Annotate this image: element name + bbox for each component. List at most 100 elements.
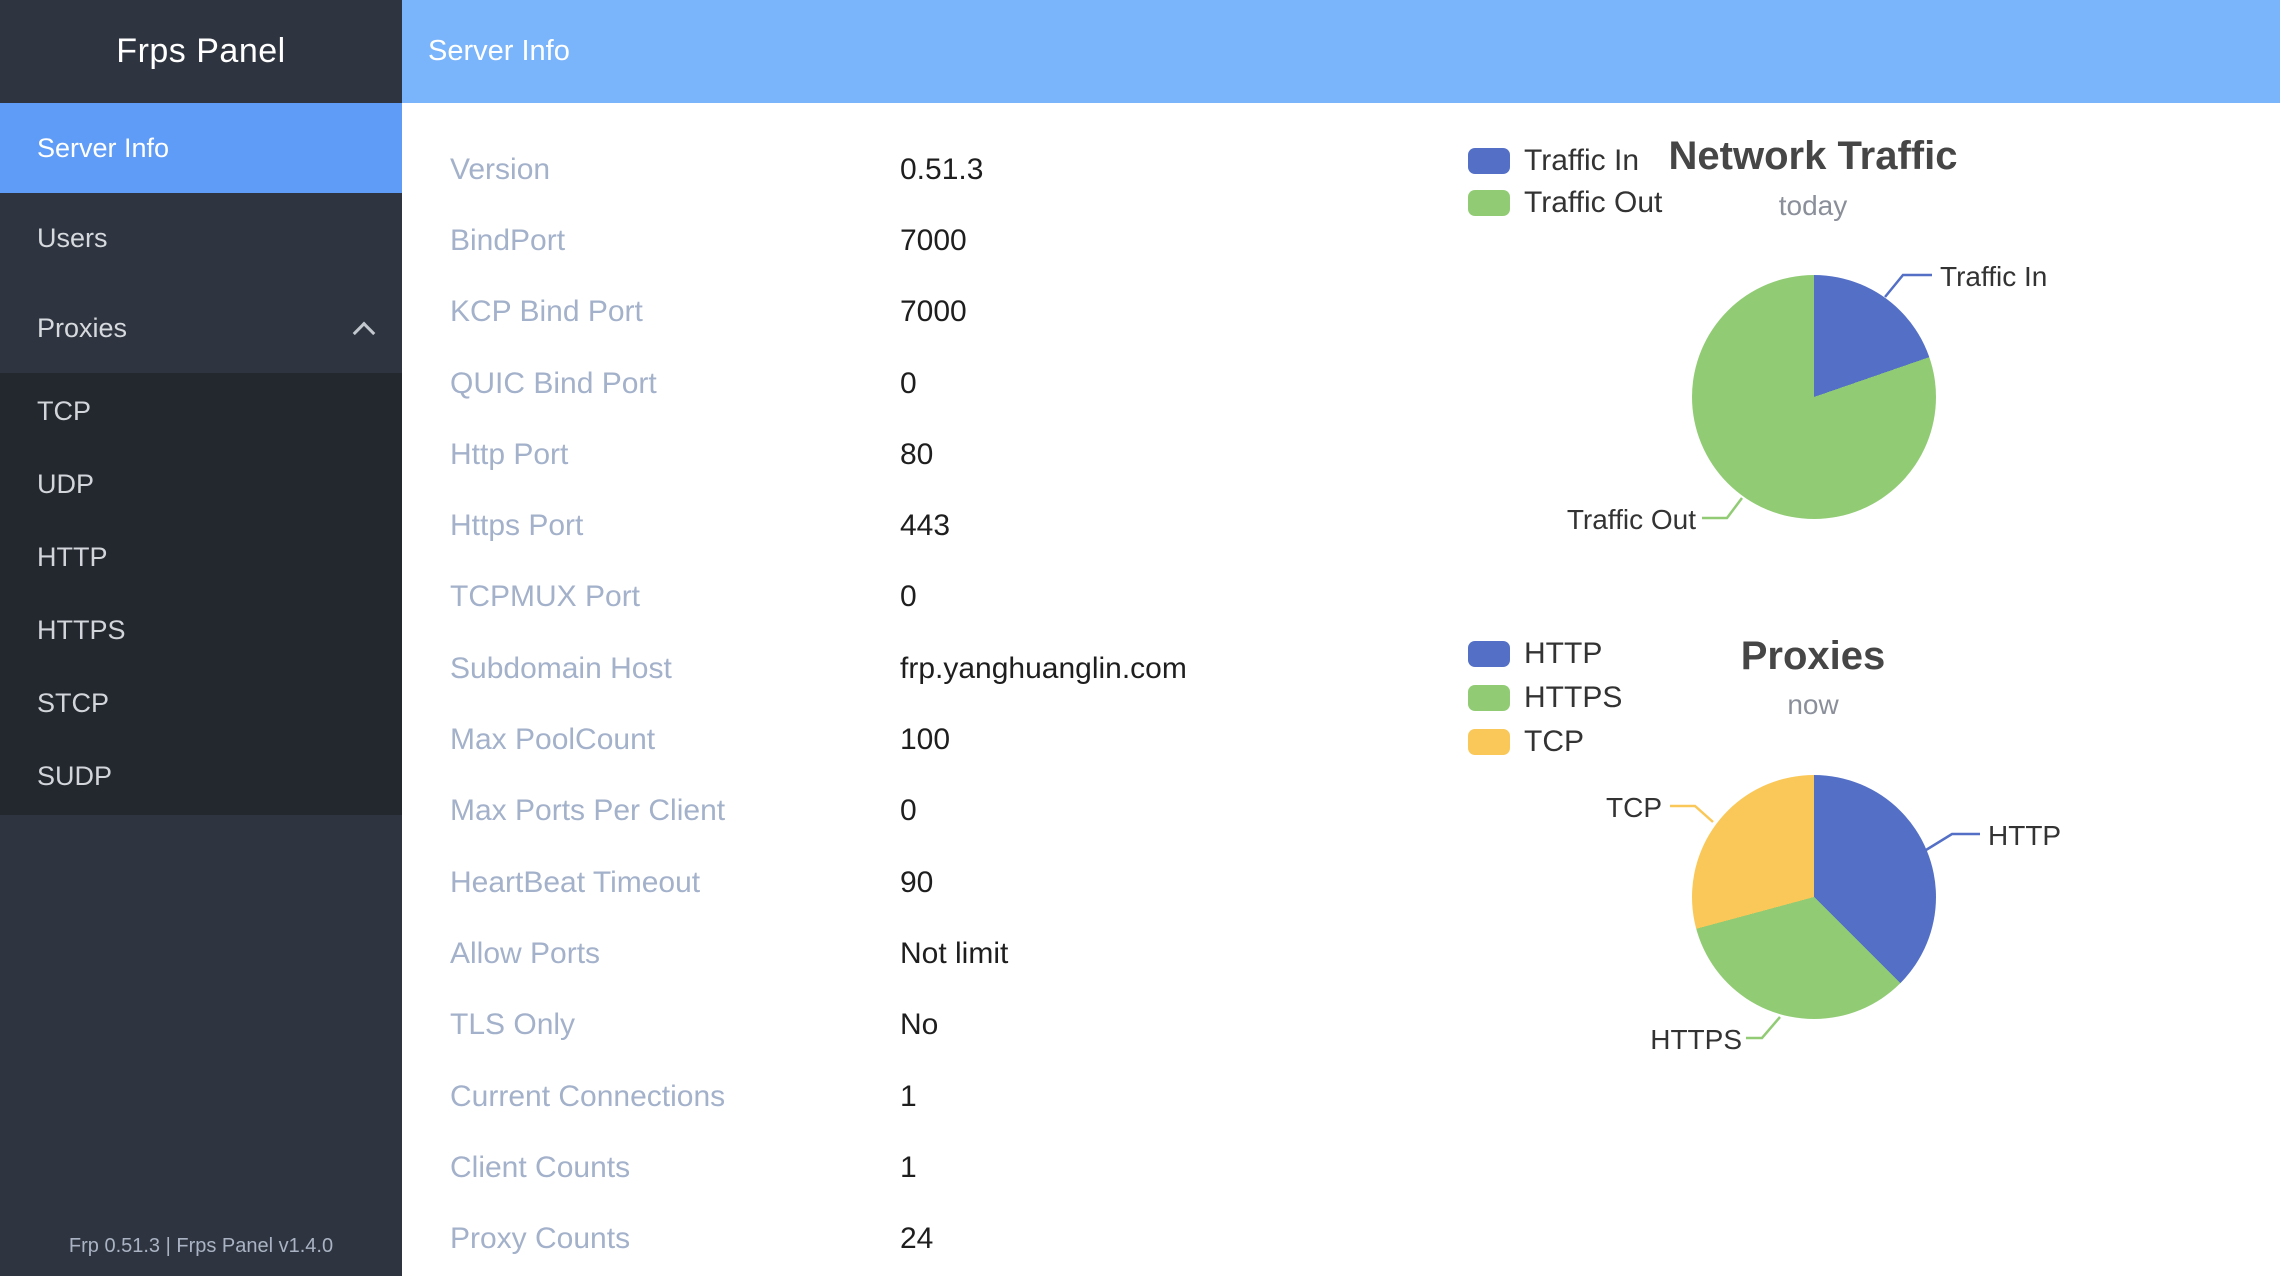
- page-header: Server Info: [402, 0, 2280, 103]
- legend-label: HTTP: [1524, 637, 1602, 671]
- info-row: QUIC Bind Port 0: [450, 348, 1390, 419]
- sidebar-item-label: HTTPS: [37, 615, 126, 645]
- info-row: TCPMUX Port 0: [450, 562, 1390, 633]
- legend-label: TCP: [1524, 725, 1584, 759]
- info-label: BindPort: [450, 224, 900, 258]
- info-value: 90: [900, 866, 933, 900]
- legend-label: HTTPS: [1524, 681, 1622, 715]
- frps-panel-app: Frps Panel Server Info Users Proxies TCP…: [0, 0, 2280, 1276]
- sidebar-item-proxies[interactable]: Proxies: [0, 283, 402, 373]
- info-value: 443: [900, 509, 950, 543]
- legend-swatch: [1468, 685, 1510, 711]
- pie-chart[interactable]: [1692, 775, 1936, 1019]
- info-row: Allow Ports Not limit: [450, 918, 1390, 989]
- legend-label: Traffic In: [1524, 144, 1639, 178]
- legend-swatch: [1468, 729, 1510, 755]
- main-panel: Server Info Version 0.51.3 BindPort 7000…: [402, 0, 2280, 1276]
- info-label: Max Ports Per Client: [450, 794, 900, 828]
- sidebar-item-label: Users: [37, 223, 108, 253]
- legend-item-http[interactable]: HTTP: [1468, 637, 1602, 671]
- sidebar-item-tcp[interactable]: TCP: [0, 375, 402, 448]
- info-row: Max Ports Per Client 0: [450, 776, 1390, 847]
- legend-swatch: [1468, 641, 1510, 667]
- info-value: 7000: [900, 295, 967, 329]
- sidebar-item-label: STCP: [37, 688, 109, 718]
- legend-swatch: [1468, 190, 1510, 216]
- network-traffic-chart: Network Traffic today Traffic In Traffic…: [1440, 120, 2186, 590]
- info-label: Version: [450, 153, 900, 187]
- sidebar-item-label: SUDP: [37, 761, 112, 791]
- info-label: HeartBeat Timeout: [450, 866, 900, 900]
- legend-item-traffic-in[interactable]: Traffic In: [1468, 144, 1639, 178]
- sidebar-item-label: HTTP: [37, 542, 108, 572]
- info-label: Current Connections: [450, 1080, 900, 1114]
- sidebar-item-label: TCP: [37, 396, 91, 426]
- info-value: No: [900, 1008, 938, 1042]
- pie-chart[interactable]: [1692, 275, 1936, 519]
- sidebar-item-label: Server Info: [37, 133, 169, 163]
- info-row: TLS Only No: [450, 990, 1390, 1061]
- info-label: Http Port: [450, 438, 900, 472]
- info-row: Current Connections 1: [450, 1061, 1390, 1132]
- info-row: Subdomain Host frp.yanghuanglin.com: [450, 633, 1390, 704]
- server-info-list: Version 0.51.3 BindPort 7000 KCP Bind Po…: [450, 134, 1390, 1275]
- sidebar-item-label: UDP: [37, 469, 94, 499]
- legend-label: Traffic Out: [1524, 186, 1662, 220]
- chevron-up-icon[interactable]: [353, 322, 376, 345]
- sidebar-item-http[interactable]: HTTP: [0, 521, 402, 594]
- info-value: 0: [900, 367, 917, 401]
- info-label: Https Port: [450, 509, 900, 543]
- sidebar: Frps Panel Server Info Users Proxies TCP…: [0, 0, 402, 1276]
- info-label: Client Counts: [450, 1151, 900, 1185]
- info-value: 100: [900, 723, 950, 757]
- info-row: Http Port 80: [450, 419, 1390, 490]
- info-value: 80: [900, 438, 933, 472]
- sidebar-item-label: Proxies: [37, 313, 127, 343]
- legend-item-traffic-out[interactable]: Traffic Out: [1468, 186, 1662, 220]
- sidebar-item-https[interactable]: HTTPS: [0, 594, 402, 667]
- sidebar-item-stcp[interactable]: STCP: [0, 667, 402, 740]
- sidebar-item-udp[interactable]: UDP: [0, 448, 402, 521]
- info-row: BindPort 7000: [450, 205, 1390, 276]
- info-value: 7000: [900, 224, 967, 258]
- info-value: 1: [900, 1080, 917, 1114]
- info-label: Allow Ports: [450, 937, 900, 971]
- info-row: HeartBeat Timeout 90: [450, 847, 1390, 918]
- sidebar-item-sudp[interactable]: SUDP: [0, 740, 402, 813]
- info-value: 0.51.3: [900, 153, 983, 187]
- pie-slice-label: Traffic Out: [1567, 504, 1696, 536]
- info-row: Max PoolCount 100: [450, 704, 1390, 775]
- info-label: Subdomain Host: [450, 652, 900, 686]
- sidebar-item-server-info[interactable]: Server Info: [0, 103, 402, 193]
- pie-slice-label: HTTP: [1988, 820, 2061, 852]
- info-label: QUIC Bind Port: [450, 367, 900, 401]
- info-value: 1: [900, 1151, 917, 1185]
- version-footer: Frp 0.51.3 | Frps Panel v1.4.0: [0, 1235, 402, 1258]
- info-value: frp.yanghuanglin.com: [900, 652, 1187, 686]
- info-label: KCP Bind Port: [450, 295, 900, 329]
- info-row: Version 0.51.3: [450, 134, 1390, 205]
- info-label: TLS Only: [450, 1008, 900, 1042]
- info-label: TCPMUX Port: [450, 580, 900, 614]
- sidebar-item-users[interactable]: Users: [0, 193, 402, 283]
- info-label: Proxy Counts: [450, 1222, 900, 1256]
- info-row: Https Port 443: [450, 490, 1390, 561]
- pie-slice-label: HTTPS: [1650, 1024, 1742, 1056]
- pie-slice-label: Traffic In: [1940, 261, 2047, 293]
- legend-swatch: [1468, 148, 1510, 174]
- proxies-chart: Proxies now HTTP HTTPS TCP: [1440, 600, 2186, 1130]
- info-label: Max PoolCount: [450, 723, 900, 757]
- pie-slice-label: TCP: [1606, 792, 1662, 824]
- info-value: 24: [900, 1222, 933, 1256]
- info-row: KCP Bind Port 7000: [450, 277, 1390, 348]
- info-value: 0: [900, 580, 917, 614]
- proxies-submenu: TCP UDP HTTP HTTPS STCP SUDP: [0, 373, 402, 815]
- legend-item-tcp[interactable]: TCP: [1468, 725, 1584, 759]
- info-value: Not limit: [900, 937, 1008, 971]
- info-row: Client Counts 1: [450, 1132, 1390, 1203]
- app-title: Frps Panel: [0, 0, 402, 103]
- info-value: 0: [900, 794, 917, 828]
- legend-item-https[interactable]: HTTPS: [1468, 681, 1622, 715]
- page-title: Server Info: [428, 35, 570, 68]
- info-row: Proxy Counts 24: [450, 1203, 1390, 1274]
